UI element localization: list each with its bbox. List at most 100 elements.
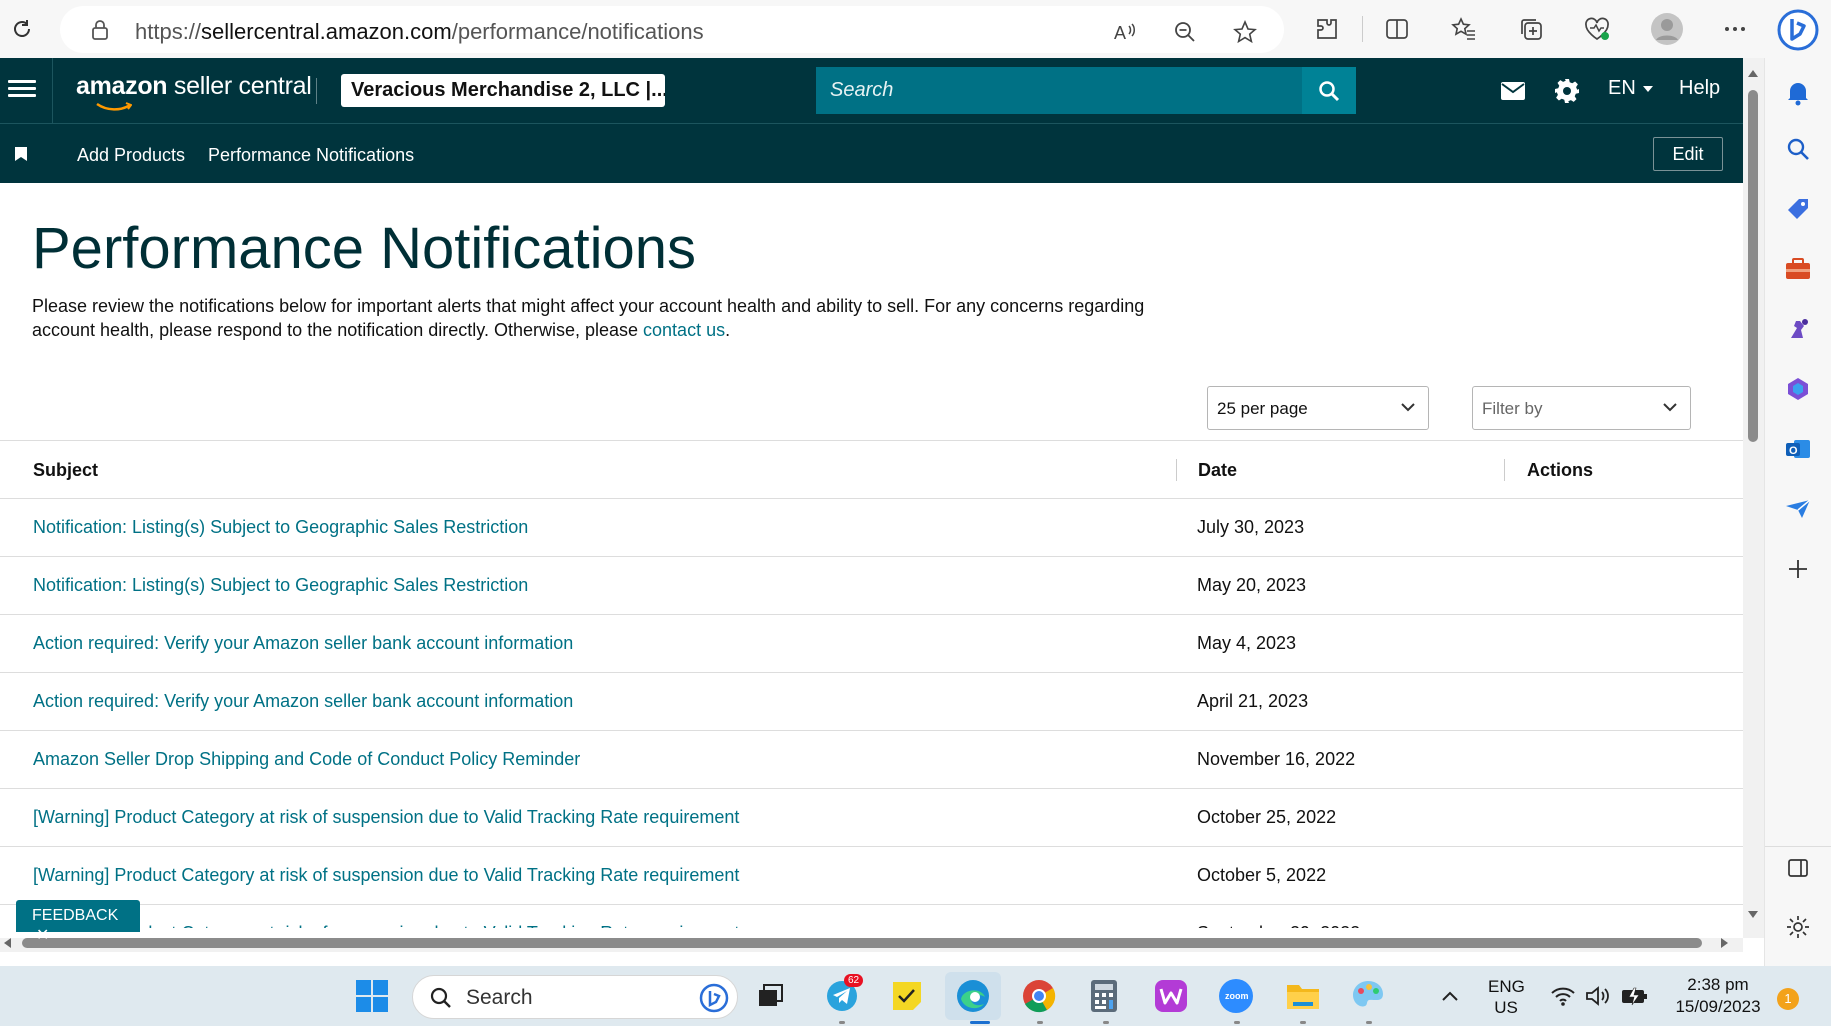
calculator-icon[interactable] <box>1086 978 1122 1014</box>
read-aloud-icon[interactable]: A <box>1112 19 1138 45</box>
subnav-add-products[interactable]: Add Products <box>77 145 185 166</box>
profile-avatar-icon[interactable] <box>1650 12 1684 46</box>
sidebar-settings-gear-icon[interactable] <box>1783 912 1813 942</box>
notification-bell-icon[interactable] <box>1783 78 1813 108</box>
vertical-scrollbar[interactable] <box>1743 58 1764 938</box>
games-icon[interactable] <box>1783 314 1813 344</box>
address-bar[interactable]: https://sellercentral.amazon.com/perform… <box>60 6 1284 53</box>
help-link[interactable]: Help <box>1679 77 1720 100</box>
column-header-subject[interactable]: Subject <box>33 460 98 481</box>
url-text[interactable]: https://sellercentral.amazon.com/perform… <box>135 19 704 45</box>
notification-subject-link[interactable]: [Warning] Product Category at risk of su… <box>33 865 739 886</box>
merchant-selector[interactable]: Veracious Merchandise 2, LLC |... <box>341 74 665 107</box>
scroll-left-arrow-icon[interactable] <box>2 937 12 949</box>
notification-count-badge[interactable]: 1 <box>1777 988 1799 1010</box>
contact-us-link[interactable]: contact us <box>643 320 725 340</box>
filter-by-select[interactable]: Filter by <box>1472 386 1691 430</box>
language-code: ENG <box>1488 977 1525 996</box>
task-view-icon[interactable] <box>753 978 789 1014</box>
notification-subject-link[interactable]: Notification: Listing(s) Subject to Geog… <box>33 517 528 538</box>
volume-icon[interactable] <box>1580 978 1616 1014</box>
notification-date: October 25, 2022 <box>1197 807 1337 827</box>
bookmark-icon[interactable] <box>14 146 28 167</box>
favorite-star-icon[interactable] <box>1232 19 1258 45</box>
zoom-out-icon[interactable] <box>1172 19 1198 45</box>
wps-office-icon[interactable] <box>1153 978 1189 1014</box>
scroll-down-arrow-icon[interactable] <box>1747 910 1759 920</box>
page-title: Performance Notifications <box>32 216 697 281</box>
search-input[interactable] <box>816 67 1303 114</box>
language-selector[interactable]: EN <box>1608 77 1654 100</box>
collections-icon[interactable] <box>1516 14 1546 44</box>
vertical-scroll-thumb[interactable] <box>1748 90 1758 442</box>
input-language-indicator[interactable]: ENG US <box>1488 976 1525 1018</box>
zoom-icon[interactable]: zoom <box>1218 978 1254 1014</box>
sidebar-divider <box>1765 846 1831 847</box>
microsoft-365-icon[interactable] <box>1783 374 1813 404</box>
table-row: [Warning] Product Category at risk of su… <box>0 847 1743 905</box>
horizontal-scroll-thumb[interactable] <box>22 938 1702 948</box>
notification-date: April 21, 2023 <box>1197 691 1309 711</box>
caret-down-icon <box>1642 85 1653 92</box>
system-clock[interactable]: 2:38 pm 15/09/2023 <box>1668 974 1768 1018</box>
chevron-down-icon <box>1401 403 1415 412</box>
edit-button[interactable]: Edit <box>1653 137 1723 171</box>
description-text: Please review the notifications below fo… <box>32 296 1145 340</box>
column-header-date[interactable]: Date <box>1198 460 1237 481</box>
file-explorer-icon[interactable] <box>1285 978 1321 1014</box>
tools-briefcase-icon[interactable] <box>1783 254 1813 284</box>
add-sidebar-app-icon[interactable] <box>1783 554 1813 584</box>
lock-icon <box>90 19 110 46</box>
shopping-tag-icon[interactable] <box>1783 194 1813 224</box>
search-icon <box>1319 80 1340 101</box>
hamburger-menu-icon[interactable] <box>8 76 36 104</box>
notification-subject-link[interactable]: Action required: Verify your Amazon sell… <box>33 633 573 654</box>
close-icon[interactable]: ✕ <box>36 927 49 944</box>
windows-start-icon[interactable] <box>354 978 390 1014</box>
viewport-edge <box>0 928 1743 938</box>
seller-central-logo[interactable]: amazon seller central <box>76 72 312 111</box>
feedback-button[interactable]: FEEDBACK ✕ <box>16 900 140 944</box>
taskbar-search[interactable]: Search <box>412 975 738 1019</box>
subnav-performance-notifications[interactable]: Performance Notifications <box>208 145 414 166</box>
scroll-up-arrow-icon[interactable] <box>1747 68 1759 78</box>
notification-subject-link[interactable]: [Warning] Product Category at risk of su… <box>33 807 739 828</box>
notification-subject-link[interactable]: Notification: Listing(s) Subject to Geog… <box>33 575 528 596</box>
favorites-icon[interactable] <box>1449 14 1479 44</box>
notification-subject-link[interactable]: Action required: Verify your Amazon sell… <box>33 691 573 712</box>
mail-icon[interactable] <box>1499 77 1527 105</box>
active-indicator <box>970 1021 990 1024</box>
bing-copilot-icon[interactable] <box>1776 8 1820 52</box>
chevron-up-icon[interactable] <box>1432 978 1468 1014</box>
search-button[interactable] <box>1302 67 1356 114</box>
notification-date: November 16, 2022 <box>1197 749 1356 769</box>
extensions-icon[interactable] <box>1312 14 1342 44</box>
chrome-icon[interactable] <box>1021 978 1057 1014</box>
toolbar-separator <box>1362 16 1363 42</box>
sticky-notes-icon[interactable] <box>889 978 925 1014</box>
settings-gear-icon[interactable] <box>1553 77 1581 105</box>
bing-icon[interactable] <box>698 982 730 1014</box>
column-separator <box>1504 459 1505 481</box>
clock-date: 15/09/2023 <box>1675 997 1761 1016</box>
scroll-right-arrow-icon[interactable] <box>1720 937 1730 949</box>
split-screen-icon[interactable] <box>1382 14 1412 44</box>
svg-text:zoom: zoom <box>1225 991 1249 1001</box>
hide-sidebar-icon[interactable] <box>1783 853 1813 883</box>
send-drop-icon[interactable] <box>1783 494 1813 524</box>
search-icon[interactable] <box>1783 134 1813 164</box>
battery-charging-icon[interactable] <box>1617 978 1653 1014</box>
running-indicator <box>839 1021 845 1024</box>
browser-essentials-icon[interactable] <box>1582 14 1612 44</box>
per-page-select[interactable]: 25 per page <box>1207 386 1429 430</box>
more-options-icon[interactable] <box>1720 14 1750 44</box>
refresh-icon[interactable] <box>6 13 38 45</box>
edge-browser-icon[interactable] <box>945 972 1001 1020</box>
notification-subject-link[interactable]: Amazon Seller Drop Shipping and Code of … <box>33 749 580 770</box>
telegram-icon[interactable]: 62 <box>824 974 864 1014</box>
paint-icon[interactable] <box>1350 978 1386 1014</box>
notification-date: May 4, 2023 <box>1197 633 1297 653</box>
wifi-icon[interactable] <box>1545 978 1581 1014</box>
outlook-icon[interactable]: O <box>1783 434 1813 464</box>
search-icon <box>430 987 451 1008</box>
